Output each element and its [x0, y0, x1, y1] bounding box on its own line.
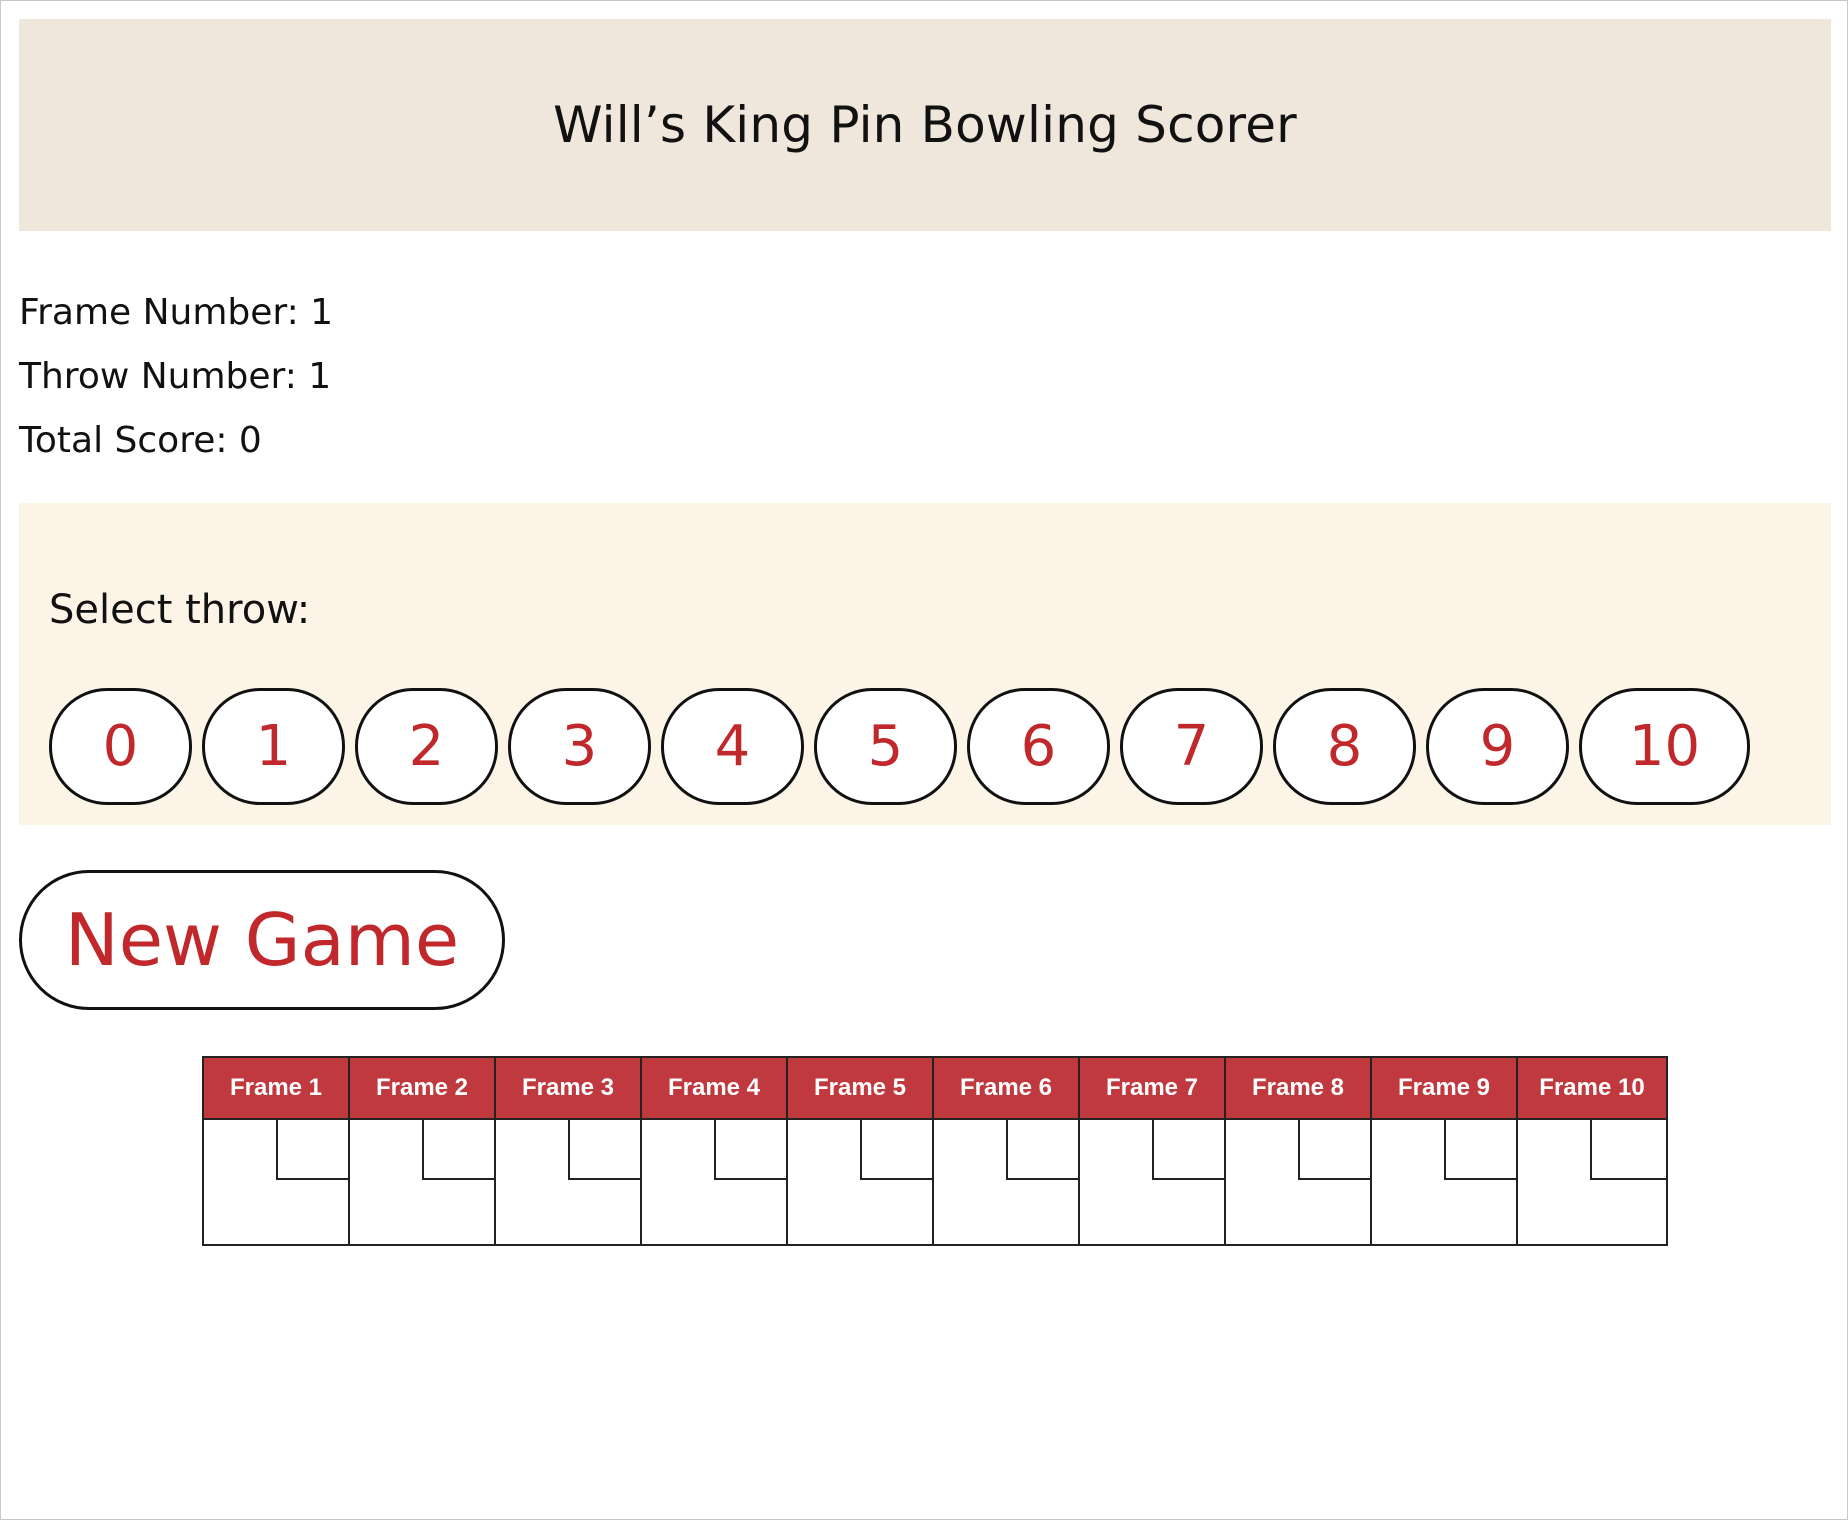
frame-header: Frame 4 — [642, 1058, 786, 1120]
frame-score — [788, 1182, 932, 1244]
frame-throw-box — [1298, 1120, 1370, 1180]
frame-body — [1518, 1120, 1666, 1244]
frame-header: Frame 6 — [934, 1058, 1078, 1120]
frame-throw-box — [1590, 1120, 1666, 1180]
scorecard-frame-3: Frame 3 — [496, 1058, 642, 1244]
frame-body — [350, 1120, 494, 1244]
frame-throw-box — [568, 1120, 640, 1180]
frame-header: Frame 5 — [788, 1058, 932, 1120]
frame-header: Frame 9 — [1372, 1058, 1516, 1120]
scorecard-frame-2: Frame 2 — [350, 1058, 496, 1244]
frame-score — [642, 1182, 786, 1244]
throw-selection-panel: Select throw: 0 1 2 3 4 5 6 7 8 9 10 — [19, 503, 1831, 825]
frame-score — [934, 1182, 1078, 1244]
frame-body — [788, 1120, 932, 1244]
throw-button-4[interactable]: 4 — [661, 688, 804, 805]
page-title: Will’s King Pin Bowling Scorer — [553, 96, 1297, 154]
frame-body — [1372, 1120, 1516, 1244]
frame-body — [934, 1120, 1078, 1244]
throw-button-7[interactable]: 7 — [1120, 688, 1263, 805]
frame-throw-box — [714, 1120, 786, 1180]
throw-button-1[interactable]: 1 — [202, 688, 345, 805]
throw-button-8[interactable]: 8 — [1273, 688, 1416, 805]
scorecard-frame-6: Frame 6 — [934, 1058, 1080, 1244]
frame-score — [1372, 1182, 1516, 1244]
frame-header: Frame 7 — [1080, 1058, 1224, 1120]
scorecard-frame-5: Frame 5 — [788, 1058, 934, 1244]
frame-header: Frame 2 — [350, 1058, 494, 1120]
throw-number: Throw Number: 1 — [19, 356, 332, 397]
frame-score — [350, 1182, 494, 1244]
throw-button-group: 0 1 2 3 4 5 6 7 8 9 10 — [49, 688, 1750, 805]
frame-body — [1226, 1120, 1370, 1244]
frame-header: Frame 8 — [1226, 1058, 1370, 1120]
frame-body — [642, 1120, 786, 1244]
frame-body — [1080, 1120, 1224, 1244]
throw-button-2[interactable]: 2 — [355, 688, 498, 805]
frame-throw-box — [1006, 1120, 1078, 1180]
frame-body — [204, 1120, 348, 1244]
throw-button-3[interactable]: 3 — [508, 688, 651, 805]
frame-throw-box — [860, 1120, 932, 1180]
select-throw-label: Select throw: — [49, 587, 311, 633]
throw-button-9[interactable]: 9 — [1426, 688, 1569, 805]
frame-throw-box — [1444, 1120, 1516, 1180]
total-score: Total Score: 0 — [19, 420, 262, 461]
game-status: Frame Number: 1 Throw Number: 1 Total Sc… — [19, 281, 333, 473]
scorecard-frame-4: Frame 4 — [642, 1058, 788, 1244]
frame-throw-box — [1152, 1120, 1224, 1180]
throw-button-5[interactable]: 5 — [814, 688, 957, 805]
scorecard-frame-1: Frame 1 — [204, 1058, 350, 1244]
frame-header: Frame 1 — [204, 1058, 348, 1120]
page-header: Will’s King Pin Bowling Scorer — [19, 19, 1831, 231]
throw-button-0[interactable]: 0 — [49, 688, 192, 805]
frame-body — [496, 1120, 640, 1244]
scorecard-frame-8: Frame 8 — [1226, 1058, 1372, 1244]
scorecard-table: Frame 1 Frame 2 Frame 3 Frame 4 Frame 5 — [202, 1056, 1668, 1246]
frame-header: Frame 10 — [1518, 1058, 1666, 1120]
scorecard-frame-10: Frame 10 — [1518, 1058, 1666, 1244]
scorecard-frame-7: Frame 7 — [1080, 1058, 1226, 1244]
frame-throw-box — [276, 1120, 348, 1180]
frame-header: Frame 3 — [496, 1058, 640, 1120]
scorecard-frame-9: Frame 9 — [1372, 1058, 1518, 1244]
frame-score — [496, 1182, 640, 1244]
new-game-button[interactable]: New Game — [19, 870, 505, 1010]
frame-number: Frame Number: 1 — [19, 292, 334, 333]
throw-button-6[interactable]: 6 — [967, 688, 1110, 805]
frame-throw-box — [422, 1120, 494, 1180]
frame-score — [1080, 1182, 1224, 1244]
frame-score — [1518, 1182, 1666, 1244]
throw-button-10[interactable]: 10 — [1579, 688, 1750, 805]
frame-score — [1226, 1182, 1370, 1244]
frame-score — [204, 1182, 348, 1244]
